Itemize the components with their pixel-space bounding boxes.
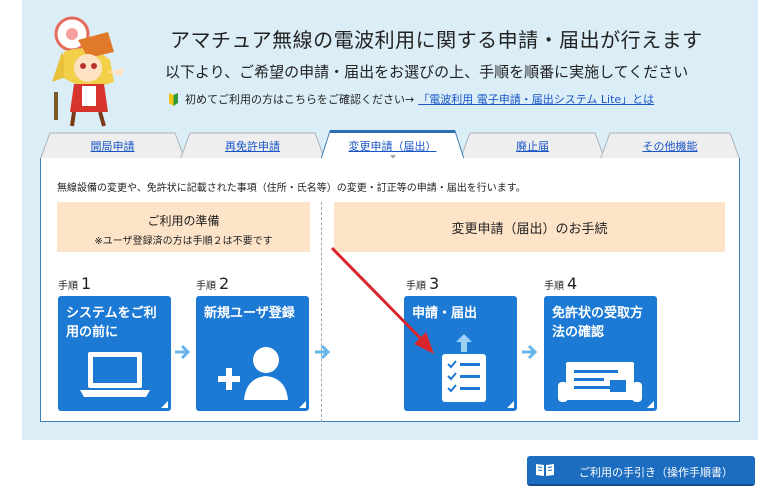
application-tabs: 開局申請 再免許申請 廃止届 その他機能 変更申請（届出） (40, 130, 740, 162)
step-label-2: 手順 2 (196, 274, 230, 293)
card-corner-mark (507, 401, 514, 408)
card-corner-mark (299, 401, 306, 408)
step-card-title: システムをご利用の前に (66, 306, 157, 340)
step-card-license-receipt[interactable]: 免許状の受取方法の確認 (544, 296, 657, 411)
tab-relicense[interactable]: 再免許申請 (180, 132, 325, 160)
tab-other-functions[interactable]: その他機能 (600, 132, 740, 160)
preparation-header: ご利用の準備 ※ユーザ登録済の方は手順２は不要です (57, 202, 310, 252)
user-guide-button[interactable]: ご利用の手引き（操作手順書） (527, 456, 755, 486)
tab-description: 無線設備の変更や、免許状に記載された事項（住所・氏名等）の変更・訂正等の申請・届… (57, 183, 526, 194)
next-arrow-icon (175, 344, 190, 360)
tab-label: 開局申請 (90, 140, 135, 153)
step-card-user-registration[interactable]: 新規ユーザ登録 (196, 296, 309, 411)
user-guide-label: ご利用の手引き（操作手順書） (579, 466, 733, 479)
section-divider (321, 202, 322, 422)
preparation-title: ご利用の準備 (147, 214, 220, 228)
beginner-mark-icon (169, 92, 178, 106)
tab-label: 廃止届 (516, 140, 549, 153)
first-time-notice: 初めてご利用の方はこちらをご確認ください→ 「電波利用 電子申請・届出システム … (168, 91, 654, 107)
page-title: アマチュア無線の電波利用に関する申請・届出が行えます (170, 28, 703, 52)
book-icon (536, 464, 554, 476)
first-time-text: 初めてご利用の方はこちらをご確認ください→ (185, 93, 415, 106)
card-corner-mark (161, 401, 168, 408)
tab-abolition[interactable]: 廃止届 (460, 132, 605, 160)
tab-label: 変更申請（届出） (348, 140, 437, 153)
preparation-note: ※ユーザ登録済の方は手順２は不要です (94, 236, 273, 247)
step-card-title: 新規ユーザ登録 (204, 306, 295, 321)
system-about-link[interactable]: 「電波利用 電子申請・届出システム Lite」とは (418, 91, 654, 107)
tab-label: 再免許申請 (225, 140, 280, 153)
step-label-4: 手順 4 (544, 274, 578, 293)
mascot-character-icon (52, 16, 124, 127)
step-card-system-info[interactable]: システムをご利用の前に (58, 296, 171, 411)
step-label-1: 手順 1 (58, 274, 92, 293)
card-corner-mark (647, 401, 654, 408)
page-subtitle: 以下より、ご希望の申請・届出をお選びの上、手順を順番に実施してください (165, 63, 689, 81)
pointer-arrow-icon (330, 246, 434, 354)
tab-label: その他機能 (642, 140, 698, 153)
tab-new-station[interactable]: 開局申請 (40, 132, 185, 160)
step-card-title: 免許状の受取方法の確認 (552, 306, 644, 340)
next-arrow-icon (522, 344, 537, 360)
